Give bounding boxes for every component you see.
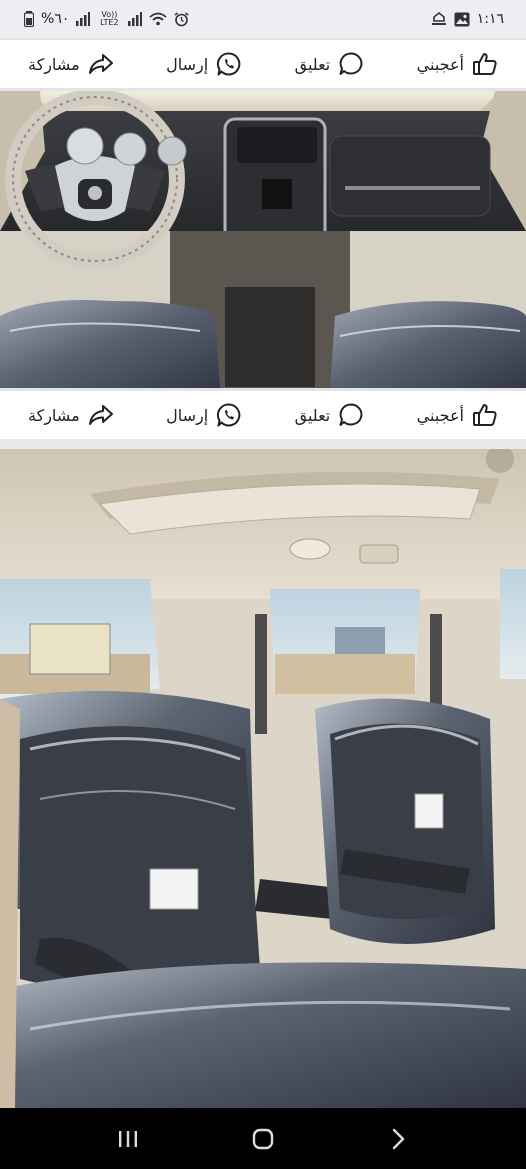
gallery-icon xyxy=(454,12,470,26)
system-nav-bar xyxy=(0,1108,526,1169)
comment-label: تعليق xyxy=(294,54,331,74)
recent-apps-button[interactable] xyxy=(108,1119,148,1159)
back-button[interactable] xyxy=(378,1119,418,1159)
like-button[interactable]: أعجبني xyxy=(417,51,498,77)
network-type-label: Vo)) LTE2 xyxy=(100,10,119,27)
thumbs-up-icon xyxy=(472,53,497,75)
signal-icon xyxy=(76,12,91,26)
comment-bubble-icon xyxy=(339,52,363,75)
home-icon xyxy=(252,1128,274,1149)
comment-bubble-icon xyxy=(339,403,363,426)
post-2-photo-seats[interactable] xyxy=(0,449,526,1108)
status-right-group: ١:١٦ xyxy=(431,11,504,27)
alarm-icon xyxy=(174,11,189,26)
status-left-group: %٦٠ Vo)) LTE2 xyxy=(24,11,189,27)
like-button[interactable]: أعجبني xyxy=(417,402,498,428)
share-button[interactable]: مشاركة xyxy=(28,51,114,77)
status-bar: %٦٠ Vo)) LTE2 ١:١٦ xyxy=(0,0,526,38)
share-label: مشاركة xyxy=(28,405,80,425)
send-label: إرسال xyxy=(166,405,209,425)
home-button[interactable] xyxy=(243,1119,283,1159)
send-label: إرسال xyxy=(166,54,209,74)
whatsapp-icon xyxy=(217,403,241,427)
whatsapp-icon xyxy=(217,52,241,76)
comment-button[interactable]: تعليق xyxy=(295,51,365,77)
seats-photo-image xyxy=(0,449,526,1108)
chevron-right-icon xyxy=(393,1128,405,1149)
post-1-action-bar: مشاركة إرسال تعليق أعجبني xyxy=(0,40,526,88)
wifi-icon xyxy=(149,12,167,26)
like-label: أعجبني xyxy=(416,54,464,74)
post-2-action-bar: مشاركة إرسال تعليق أعجبني xyxy=(0,391,526,439)
signal-2-icon xyxy=(128,12,143,26)
share-label: مشاركة xyxy=(28,54,80,74)
battery-icon xyxy=(24,11,34,27)
comment-label: تعليق xyxy=(294,405,331,425)
like-label: أعجبني xyxy=(416,405,464,425)
send-button[interactable]: إرسال xyxy=(166,402,242,428)
share-arrow-icon xyxy=(88,405,113,425)
thumbs-up-icon xyxy=(472,404,497,426)
clock: ١:١٦ xyxy=(476,11,504,27)
post-1-photo-dashboard[interactable] xyxy=(0,91,526,388)
send-button[interactable]: إرسال xyxy=(166,51,242,77)
recent-apps-icon xyxy=(118,1130,137,1147)
dashboard-photo-image xyxy=(0,91,526,388)
comment-button[interactable]: تعليق xyxy=(295,402,365,428)
share-arrow-icon xyxy=(88,54,113,74)
cast-icon xyxy=(431,11,446,25)
battery-percent: %٦٠ xyxy=(41,11,70,27)
post-gap xyxy=(0,439,526,449)
share-button[interactable]: مشاركة xyxy=(28,402,114,428)
